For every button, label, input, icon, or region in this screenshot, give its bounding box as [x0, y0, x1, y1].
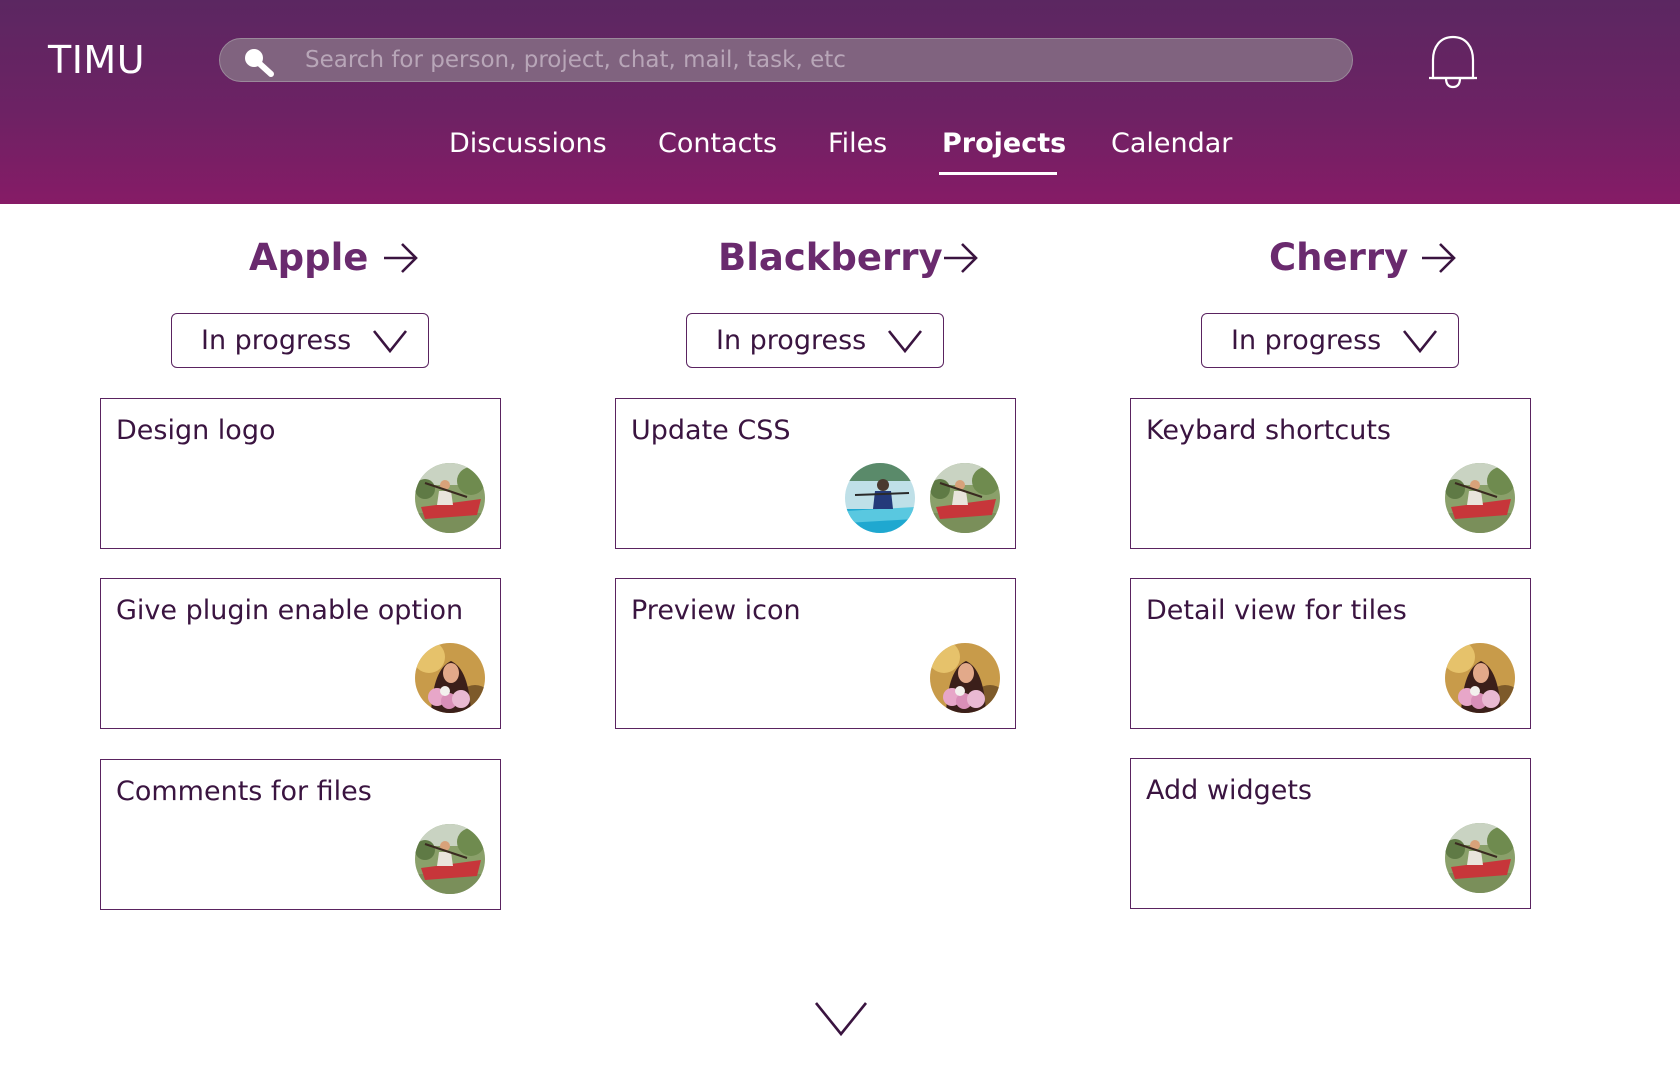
arrow-right-icon[interactable]: [942, 240, 980, 276]
avatar[interactable]: [930, 463, 1000, 533]
avatar[interactable]: [845, 463, 915, 533]
task-title: Add widgets: [1146, 775, 1312, 806]
task-card-add-widgets[interactable]: Add widgets: [1130, 758, 1531, 909]
task-card-give-plugin[interactable]: Give plugin enable option: [100, 578, 501, 729]
status-dropdown-cherry[interactable]: In progress: [1201, 313, 1459, 368]
avatar[interactable]: [1445, 823, 1515, 893]
status-value: In progress: [1231, 325, 1382, 356]
app-logo[interactable]: TIMU: [48, 38, 145, 82]
tab-discussions[interactable]: Discussions: [449, 128, 607, 159]
task-title: Give plugin enable option: [116, 595, 464, 626]
task-card-comments-files[interactable]: Comments for files: [100, 759, 501, 910]
task-card-preview-icon[interactable]: Preview icon: [615, 578, 1016, 729]
task-title: Preview icon: [631, 595, 801, 626]
bell-icon[interactable]: [1427, 34, 1479, 90]
project-title-cherry[interactable]: Cherry: [1269, 236, 1408, 279]
chevron-down-icon: [372, 330, 408, 354]
search-input[interactable]: [305, 39, 1325, 81]
status-value: In progress: [201, 325, 352, 356]
avatar[interactable]: [930, 643, 1000, 713]
task-title: Keybard shortcuts: [1146, 415, 1391, 446]
tab-files[interactable]: Files: [828, 128, 887, 159]
search-bar[interactable]: [219, 38, 1353, 82]
task-title: Comments for files: [116, 776, 372, 807]
task-card-detail-view[interactable]: Detail view for tiles: [1130, 578, 1531, 729]
chevron-down-icon: [1402, 330, 1438, 354]
task-title: Design logo: [116, 415, 276, 446]
arrow-right-icon[interactable]: [1420, 240, 1458, 276]
status-dropdown-apple[interactable]: In progress: [171, 313, 429, 368]
task-card-keyboard-shortcuts[interactable]: Keybard shortcuts: [1130, 398, 1531, 549]
search-icon[interactable]: [240, 45, 276, 77]
show-more-chevron-icon[interactable]: [813, 1000, 869, 1038]
avatar[interactable]: [415, 643, 485, 713]
chevron-down-icon: [887, 330, 923, 354]
active-tab-indicator: [939, 172, 1057, 175]
avatar[interactable]: [415, 463, 485, 533]
tab-contacts[interactable]: Contacts: [658, 128, 777, 159]
tab-calendar[interactable]: Calendar: [1111, 128, 1232, 159]
main-nav: Discussions Contacts Files Projects Cale…: [0, 122, 1680, 182]
status-value: In progress: [716, 325, 867, 356]
avatar[interactable]: [1445, 643, 1515, 713]
task-card-design-logo[interactable]: Design logo: [100, 398, 501, 549]
top-header: TIMU Discussions Contacts Files Projects…: [0, 0, 1680, 204]
task-card-update-css[interactable]: Update CSS: [615, 398, 1016, 549]
avatar[interactable]: [415, 824, 485, 894]
task-title: Detail view for tiles: [1146, 595, 1407, 626]
project-title-blackberry[interactable]: Blackberry: [718, 236, 943, 279]
tab-projects[interactable]: Projects: [942, 128, 1066, 159]
arrow-right-icon[interactable]: [382, 240, 420, 276]
task-title: Update CSS: [631, 415, 791, 446]
avatar[interactable]: [1445, 463, 1515, 533]
status-dropdown-blackberry[interactable]: In progress: [686, 313, 944, 368]
project-title-apple[interactable]: Apple: [249, 236, 368, 279]
